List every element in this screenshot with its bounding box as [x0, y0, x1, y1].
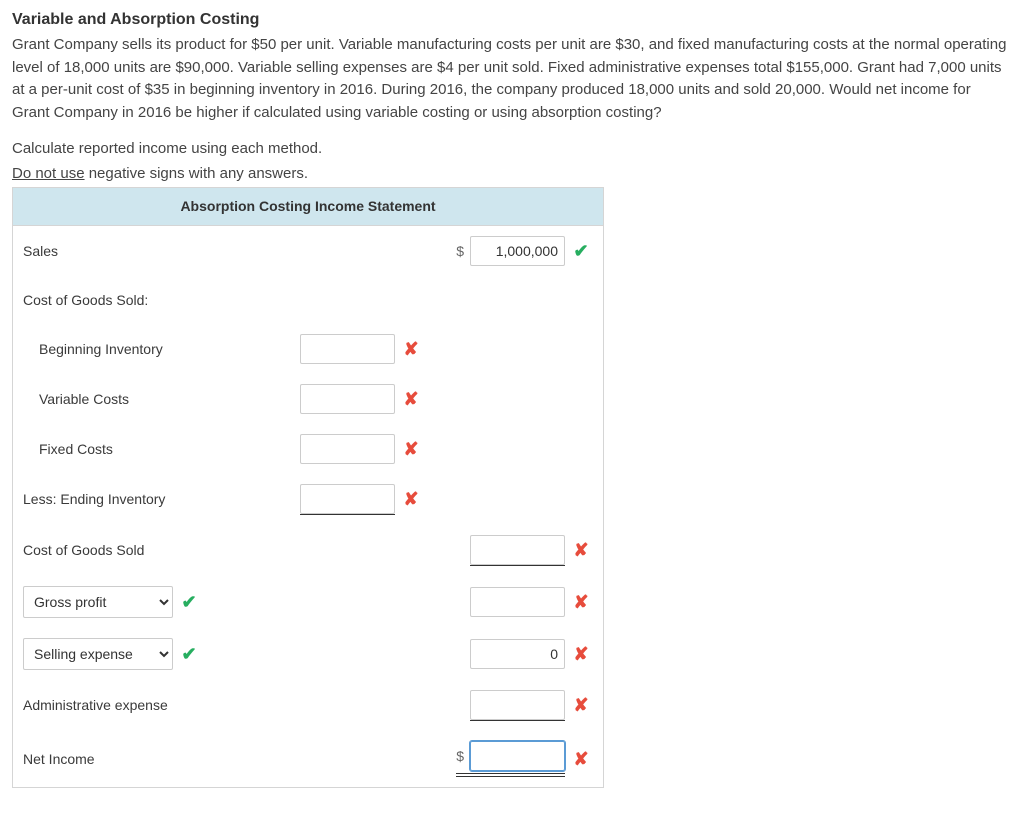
row-gross-profit: Gross profit ✔ ✘ — [13, 576, 603, 628]
income-statement-table: Absorption Costing Income Statement Sale… — [12, 187, 604, 788]
less-ending-label: Less: Ending Inventory — [23, 489, 283, 510]
cross-icon: ✘ — [569, 641, 593, 668]
dollar-sign: $ — [456, 746, 464, 767]
row-admin-expense: Administrative expense ✘ — [13, 680, 603, 731]
row-fixed-costs: Fixed Costs ✘ — [13, 424, 603, 474]
check-icon: ✔ — [569, 238, 593, 265]
instruction-suffix: negative signs with any answers. — [85, 165, 308, 182]
page-title: Variable and Absorption Costing — [12, 8, 1012, 32]
variable-costs-label: Variable Costs — [23, 389, 283, 410]
row-variable-costs: Variable Costs ✘ — [13, 374, 603, 424]
row-cogs-total: Cost of Goods Sold ✘ — [13, 525, 603, 576]
cross-icon: ✘ — [399, 486, 423, 513]
variable-costs-input[interactable] — [300, 384, 395, 414]
instruction-line-2: Do not use negative signs with any answe… — [12, 163, 1012, 186]
row-sales: Sales $ ✔ — [13, 226, 603, 276]
beginning-inventory-label: Beginning Inventory — [23, 339, 283, 360]
selling-expense-select[interactable]: Selling expense — [23, 638, 173, 670]
row-beginning-inventory: Beginning Inventory ✘ — [13, 324, 603, 374]
cross-icon: ✘ — [569, 692, 593, 719]
check-icon: ✔ — [177, 589, 201, 616]
cogs-header-label: Cost of Goods Sold: — [23, 290, 283, 311]
cross-icon: ✘ — [399, 386, 423, 413]
beginning-inventory-input[interactable] — [300, 334, 395, 364]
less-ending-input[interactable] — [300, 484, 395, 514]
fixed-costs-label: Fixed Costs — [23, 439, 283, 460]
instruction-emphasis: Do not use — [12, 165, 85, 182]
cross-icon: ✘ — [399, 436, 423, 463]
cross-icon: ✘ — [569, 746, 593, 773]
row-net-income: Net Income $ ✘ — [13, 731, 603, 787]
cross-icon: ✘ — [399, 336, 423, 363]
net-income-input[interactable] — [470, 741, 565, 771]
sales-input[interactable] — [470, 236, 565, 266]
problem-text: Grant Company sells its product for $50 … — [12, 34, 1012, 124]
cross-icon: ✘ — [569, 589, 593, 616]
instruction-line-1: Calculate reported income using each met… — [12, 138, 1012, 161]
admin-expense-input[interactable] — [470, 690, 565, 720]
row-cogs-header: Cost of Goods Sold: — [13, 276, 603, 324]
dollar-sign: $ — [456, 241, 464, 262]
cogs-total-input[interactable] — [470, 535, 565, 565]
admin-expense-label: Administrative expense — [23, 695, 283, 716]
gross-profit-input[interactable] — [470, 587, 565, 617]
cogs-total-label: Cost of Goods Sold — [23, 540, 283, 561]
gross-profit-select[interactable]: Gross profit — [23, 586, 173, 618]
row-less-ending-inventory: Less: Ending Inventory ✘ — [13, 474, 603, 525]
sales-label: Sales — [23, 241, 283, 262]
fixed-costs-input[interactable] — [300, 434, 395, 464]
check-icon: ✔ — [177, 641, 201, 668]
selling-expense-input[interactable] — [470, 639, 565, 669]
cross-icon: ✘ — [569, 537, 593, 564]
row-selling-expense: Selling expense ✔ ✘ — [13, 628, 603, 680]
table-header: Absorption Costing Income Statement — [13, 188, 603, 226]
net-income-label: Net Income — [23, 749, 283, 770]
